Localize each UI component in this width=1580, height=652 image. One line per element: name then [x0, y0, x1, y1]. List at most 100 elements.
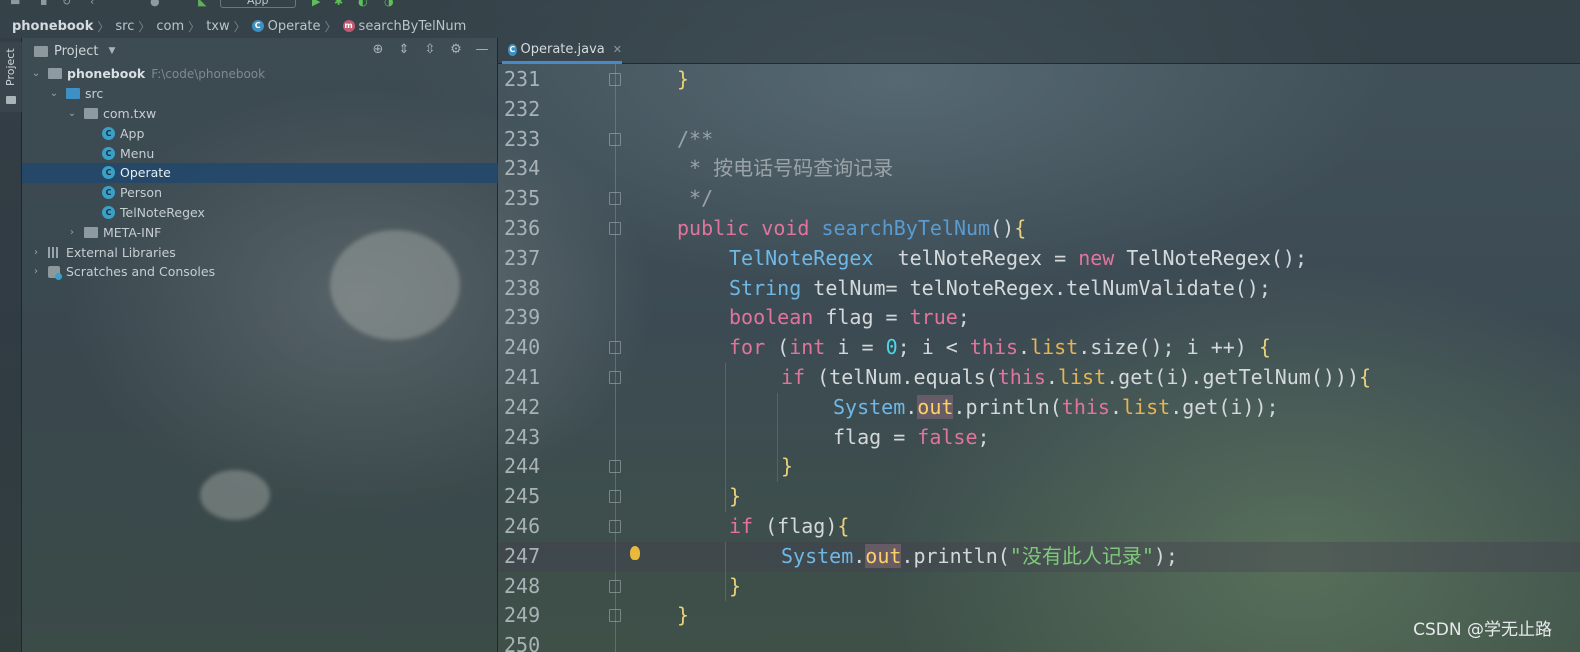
- code-line[interactable]: 243 flag = false;: [498, 423, 1580, 453]
- code-line[interactable]: 244}: [498, 452, 1580, 482]
- run-configuration-select[interactable]: App: [220, 0, 296, 8]
- fold-marker-icon[interactable]: [609, 222, 621, 235]
- line-number[interactable]: 240: [504, 333, 564, 363]
- line-number[interactable]: 245: [504, 482, 564, 512]
- chevron-right-icon[interactable]: ›: [66, 227, 78, 238]
- run-icon[interactable]: ▶: [312, 0, 324, 8]
- tree-item-phonebook[interactable]: ⌄ phonebook F:\code\phonebook: [22, 64, 498, 84]
- tree-item-scratches-and-consoles[interactable]: › Scratches and Consoles: [22, 262, 498, 282]
- refresh-icon[interactable]: ↻: [62, 0, 74, 8]
- fold-marker-icon[interactable]: [609, 341, 621, 355]
- tree-item-person[interactable]: C Person: [22, 183, 498, 203]
- chevron-right-icon[interactable]: ›: [30, 247, 42, 258]
- code-line[interactable]: 233 /**: [498, 125, 1580, 155]
- tree-item-com-txw[interactable]: ⌄ com.txw: [22, 104, 498, 124]
- line-number[interactable]: 235: [504, 184, 564, 214]
- code-line[interactable]: 248}: [498, 572, 1580, 602]
- project-view-selector[interactable]: Project ▼: [34, 44, 115, 59]
- code-text: boolean flag = true;: [729, 303, 970, 333]
- line-number[interactable]: 243: [504, 423, 564, 453]
- fold-marker-icon[interactable]: [609, 73, 621, 86]
- code-line[interactable]: 234 * 按电话号码查询记录: [498, 154, 1580, 184]
- project-tool-window-tab[interactable]: Project: [0, 42, 22, 112]
- hide-panel-icon[interactable]: —: [474, 42, 490, 58]
- back-icon[interactable]: ‹: [90, 0, 102, 8]
- fold-marker-icon[interactable]: [609, 132, 621, 146]
- chevron-down-icon[interactable]: ⌄: [48, 88, 60, 99]
- fold-marker-icon[interactable]: [609, 460, 621, 474]
- code-line[interactable]: 242 System.out.println(this.list.get(i));: [498, 393, 1580, 423]
- tree-item-meta-inf[interactable]: › META-INF: [22, 222, 498, 242]
- breadcrumb-item-txw[interactable]: txw 〉: [206, 18, 251, 35]
- code-line[interactable]: 237 TelNoteRegex telNoteRegex = new TelNo…: [498, 244, 1580, 274]
- user-icon[interactable]: ●: [150, 0, 162, 8]
- fold-marker-icon[interactable]: [609, 490, 621, 504]
- coverage-icon[interactable]: ◐: [358, 0, 370, 8]
- fold-marker-icon[interactable]: [609, 520, 621, 533]
- code-line[interactable]: 232: [498, 95, 1580, 125]
- line-number[interactable]: 250: [504, 631, 564, 652]
- collapse-all-icon[interactable]: ⇳: [422, 42, 438, 58]
- debug-icon[interactable]: ✱: [334, 0, 346, 8]
- fold-marker-icon[interactable]: [609, 609, 621, 623]
- code-line[interactable]: 245}: [498, 482, 1580, 512]
- breadcrumb-item-phonebook[interactable]: phonebook 〉: [12, 18, 115, 35]
- profile-icon[interactable]: ◑: [384, 0, 396, 8]
- code-line[interactable]: 231}: [498, 65, 1580, 95]
- line-number[interactable]: 236: [504, 214, 564, 244]
- tree-item-app[interactable]: C App: [22, 123, 498, 143]
- code-editor[interactable]: 231} 232 233/** 234 * 按电话号码查询记录 235 */236 pub…: [498, 64, 1580, 652]
- code-token: );: [1153, 543, 1178, 568]
- tree-item-src[interactable]: ⌄ src: [22, 84, 498, 104]
- line-number[interactable]: 234: [504, 154, 564, 184]
- line-number[interactable]: 231: [504, 65, 564, 95]
- fold-marker-icon[interactable]: [609, 192, 621, 206]
- breadcrumb-item-com[interactable]: com 〉: [156, 18, 206, 35]
- code-line[interactable]: 239 boolean flag = true;: [498, 303, 1580, 333]
- close-icon[interactable]: ✕: [613, 43, 622, 56]
- fold-marker-icon[interactable]: [609, 371, 621, 384]
- code-line[interactable]: 241 if (telNum.equals(this.list.get(i).ge…: [498, 363, 1580, 393]
- code-line[interactable]: 235 */: [498, 184, 1580, 214]
- line-number[interactable]: 232: [504, 95, 564, 125]
- tree-item-telnoteregex[interactable]: C TelNoteRegex: [22, 203, 498, 223]
- chevron-down-icon[interactable]: ⌄: [30, 68, 42, 79]
- line-number[interactable]: 238: [504, 274, 564, 304]
- code-line[interactable]: 238 String telNum= telNoteRegex.telNumVal…: [498, 274, 1580, 304]
- tree-item-external-libraries[interactable]: › External Libraries: [22, 242, 498, 262]
- build-icon[interactable]: ◣: [198, 0, 210, 8]
- code-line[interactable]: 247 System.out.println("没有此人记录");: [498, 541, 1580, 572]
- expand-all-icon[interactable]: ⇕: [396, 42, 412, 58]
- breadcrumb-item-operate[interactable]: C Operate 〉: [251, 18, 343, 35]
- save-icon[interactable]: ▪: [40, 0, 52, 8]
- line-number[interactable]: 246: [504, 512, 564, 542]
- chevron-down-icon: ▼: [108, 46, 116, 56]
- gear-icon[interactable]: ⚙: [448, 42, 464, 58]
- chevron-right-icon[interactable]: ›: [30, 266, 42, 277]
- breadcrumb-item-searchbytelnum[interactable]: m searchByTelNum: [342, 19, 466, 34]
- open-folder-icon[interactable]: ▬: [10, 0, 22, 8]
- code-line[interactable]: 236 public void searchByTelNum(){: [498, 214, 1580, 244]
- line-number[interactable]: 233: [504, 125, 564, 155]
- tree-item-operate[interactable]: C Operate: [22, 162, 498, 183]
- tree-item-menu[interactable]: C Menu: [22, 143, 498, 163]
- code-line[interactable]: 246 if (flag){: [498, 512, 1580, 542]
- line-number[interactable]: 242: [504, 393, 564, 423]
- locate-target-icon[interactable]: ⊕: [370, 42, 386, 58]
- line-number[interactable]: 239: [504, 303, 564, 333]
- line-number[interactable]: 248: [504, 572, 564, 602]
- fold-marker-icon[interactable]: [609, 579, 621, 593]
- breadcrumb-item-src[interactable]: src 〉: [115, 18, 156, 35]
- lightbulb-icon[interactable]: [630, 545, 640, 560]
- line-number[interactable]: 241: [504, 363, 564, 393]
- line-number[interactable]: 247: [504, 542, 564, 572]
- line-number[interactable]: 237: [504, 244, 564, 274]
- chevron-down-icon[interactable]: ⌄: [66, 108, 78, 119]
- line-number[interactable]: 244: [504, 452, 564, 482]
- tree-item-label: TelNoteRegex: [120, 204, 205, 220]
- line-number[interactable]: 249: [504, 601, 564, 631]
- code-token: for: [729, 335, 778, 360]
- code-line[interactable]: 240 for (int i = 0; i < this.list.size();…: [498, 333, 1580, 363]
- tab-operate-java[interactable]: C Operate.java ✕: [502, 38, 622, 64]
- code-token: (: [777, 335, 790, 360]
